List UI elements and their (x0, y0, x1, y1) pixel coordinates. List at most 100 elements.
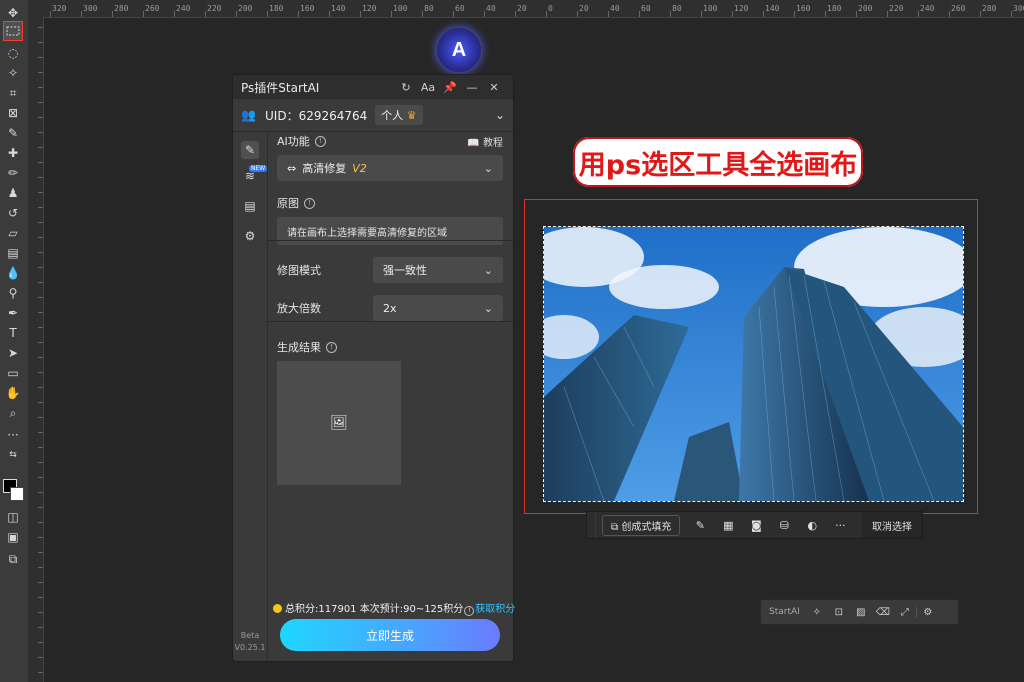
mode-select[interactable]: 强一致性 ⌄ (373, 257, 503, 283)
close-icon[interactable]: ✕ (483, 81, 505, 94)
info-icon[interactable]: ! (314, 135, 326, 147)
minimize-icon[interactable]: — (461, 81, 483, 94)
brush-tool-icon[interactable]: ✏ (4, 164, 22, 182)
eraser-tool-icon[interactable]: ▱ (4, 224, 22, 242)
mini-toolbar-name: StartAI (769, 607, 800, 617)
generate-button[interactable]: 立即生成 (280, 619, 500, 651)
ruler-tick-label: 100 (393, 4, 408, 13)
ruler-mark (236, 11, 237, 17)
result-label: 生成结果 (277, 341, 321, 354)
info-icon[interactable]: ! (326, 341, 337, 353)
pin-icon[interactable]: 📌 (439, 81, 461, 94)
ruler-mark (1011, 11, 1012, 17)
ruler-mark (38, 327, 43, 328)
chevron-down-icon[interactable]: ⌄ (495, 108, 505, 122)
ruler-tick-label: 160 (796, 4, 811, 13)
divider (267, 321, 513, 322)
mask-icon[interactable]: ◙ (742, 519, 770, 532)
settings-gear-icon[interactable]: ⚙ (241, 227, 259, 245)
ruler-mark (38, 132, 43, 133)
swap-colors-icon[interactable]: ⇆ (4, 446, 22, 464)
ruler-mark (608, 11, 609, 17)
drag-handle[interactable] (761, 600, 769, 624)
crop-tool-icon[interactable]: ⌗ (4, 84, 22, 102)
gradient-tool-icon[interactable]: ▤ (4, 244, 22, 262)
info-icon[interactable]: ! (304, 197, 315, 209)
zoom-tool-icon[interactable]: ⌕ (4, 404, 22, 422)
brush-icon[interactable]: ✎ (686, 519, 714, 532)
plugin-tool-icon[interactable]: ⧉ (4, 550, 22, 568)
move-tool-icon[interactable]: ✥ (4, 4, 22, 22)
edit-icon[interactable]: ✎ (241, 141, 259, 159)
info-icon[interactable]: ! (464, 606, 475, 616)
ruler-mark (484, 11, 485, 17)
mode-row: 修图模式 强一致性 ⌄ (277, 257, 503, 283)
ruler-mark (422, 11, 423, 17)
path-selection-tool-icon[interactable]: ➤ (4, 344, 22, 362)
get-points-link[interactable]: 获取积分 (475, 604, 515, 615)
ruler-tick-label: 200 (858, 4, 873, 13)
more-tools-icon[interactable]: ··· (4, 426, 22, 444)
rectangle-tool-icon[interactable]: ▭ (4, 364, 22, 382)
notes-icon[interactable]: ▤ (241, 197, 259, 215)
ruler-tick-label: 100 (703, 4, 718, 13)
account-row[interactable]: 👥 UID：629264764 个人 ♛ ⌄ (233, 99, 513, 132)
dodge-tool-icon[interactable]: ⚲ (4, 284, 22, 302)
ruler-mark (38, 162, 43, 163)
fill-bucket-icon[interactable]: ⛁ (770, 519, 798, 532)
ruler-tick-label: 180 (827, 4, 842, 13)
clone-stamp-tool-icon[interactable]: ♟ (4, 184, 22, 202)
screen-mode-icon[interactable]: ▣ (4, 528, 22, 546)
ruler-mark (38, 357, 43, 358)
background-color-swatch[interactable] (10, 487, 24, 501)
chevron-down-icon: ⌄ (483, 161, 493, 175)
document-canvas[interactable] (543, 226, 964, 502)
ruler-mark (38, 297, 43, 298)
pen-tool-icon[interactable]: ✒ (4, 304, 22, 322)
generative-fill-button[interactable]: ⧉ 创成式填充 (602, 514, 681, 536)
points-line: 总积分:117901 本次预计:90~125积分! 获取积分 (273, 600, 515, 616)
horizontal-ruler: 320 300 280 260 240 220 200 180 160 140 120 100 80 60… (28, 0, 1024, 18)
deselect-button[interactable]: 取消选择 (862, 512, 922, 538)
eyedropper-tool-icon[interactable]: ✎ (4, 124, 22, 142)
font-size-icon[interactable]: Aa (417, 81, 439, 94)
type-tool-icon[interactable]: T (4, 324, 22, 342)
lasso-tool-icon[interactable]: ◌ (4, 44, 22, 62)
image-edit-icon[interactable]: ⊡ (828, 607, 850, 618)
settings-gear-icon[interactable]: ⚙ (915, 606, 939, 618)
ruler-mark (143, 11, 144, 17)
quick-mask-icon[interactable]: ◫ (4, 508, 22, 526)
pattern-icon[interactable]: ▨ (850, 607, 872, 618)
select-subject-icon[interactable]: ▦ (714, 519, 742, 532)
scale-select[interactable]: 2x ⌄ (373, 295, 503, 321)
blur-tool-icon[interactable]: 💧 (4, 264, 22, 282)
scale-row: 放大倍数 2x ⌄ (277, 295, 503, 321)
hand-tool-icon[interactable]: ✋ (4, 384, 22, 402)
function-select[interactable]: ⇔ 高清修复 V2 ⌄ (277, 155, 503, 181)
ruler-tick-label: 140 (331, 4, 346, 13)
startai-plugin-panel: Ps插件StartAI ↻ Aa 📌 — ✕ 👥 UID：629264764 个… (232, 74, 515, 662)
magic-wand-tool-icon[interactable]: ✧ (4, 64, 22, 82)
eraser-icon[interactable]: ⌫ (872, 607, 894, 618)
panel-title: Ps插件StartAI (241, 80, 320, 95)
drag-handle[interactable] (587, 512, 596, 538)
ruler-mark (38, 567, 43, 568)
tutorial-link[interactable]: 📖 教程 (467, 134, 503, 149)
expand-icon[interactable]: ⤢ (894, 607, 916, 618)
ruler-tick-label: 80 (672, 4, 682, 13)
ruler-mark (50, 11, 51, 17)
ruler-mark (38, 222, 43, 223)
adjustment-icon[interactable]: ◐ (798, 519, 826, 532)
history-brush-tool-icon[interactable]: ↺ (4, 204, 22, 222)
frame-tool-icon[interactable]: ⊠ (4, 104, 22, 122)
startai-logo-icon[interactable]: A (437, 28, 481, 72)
users-icon: 👥 (241, 108, 256, 122)
ruler-tick-label: 320 (52, 4, 67, 13)
rectangular-marquee-tool-icon[interactable] (3, 21, 23, 41)
healing-brush-tool-icon[interactable]: ✚ (4, 144, 22, 162)
magic-wand-icon[interactable]: ✧ (806, 607, 828, 618)
ruler-mark (38, 612, 43, 613)
more-options-icon[interactable]: ··· (826, 519, 854, 532)
ruler-mark (38, 237, 43, 238)
refresh-icon[interactable]: ↻ (395, 81, 417, 94)
